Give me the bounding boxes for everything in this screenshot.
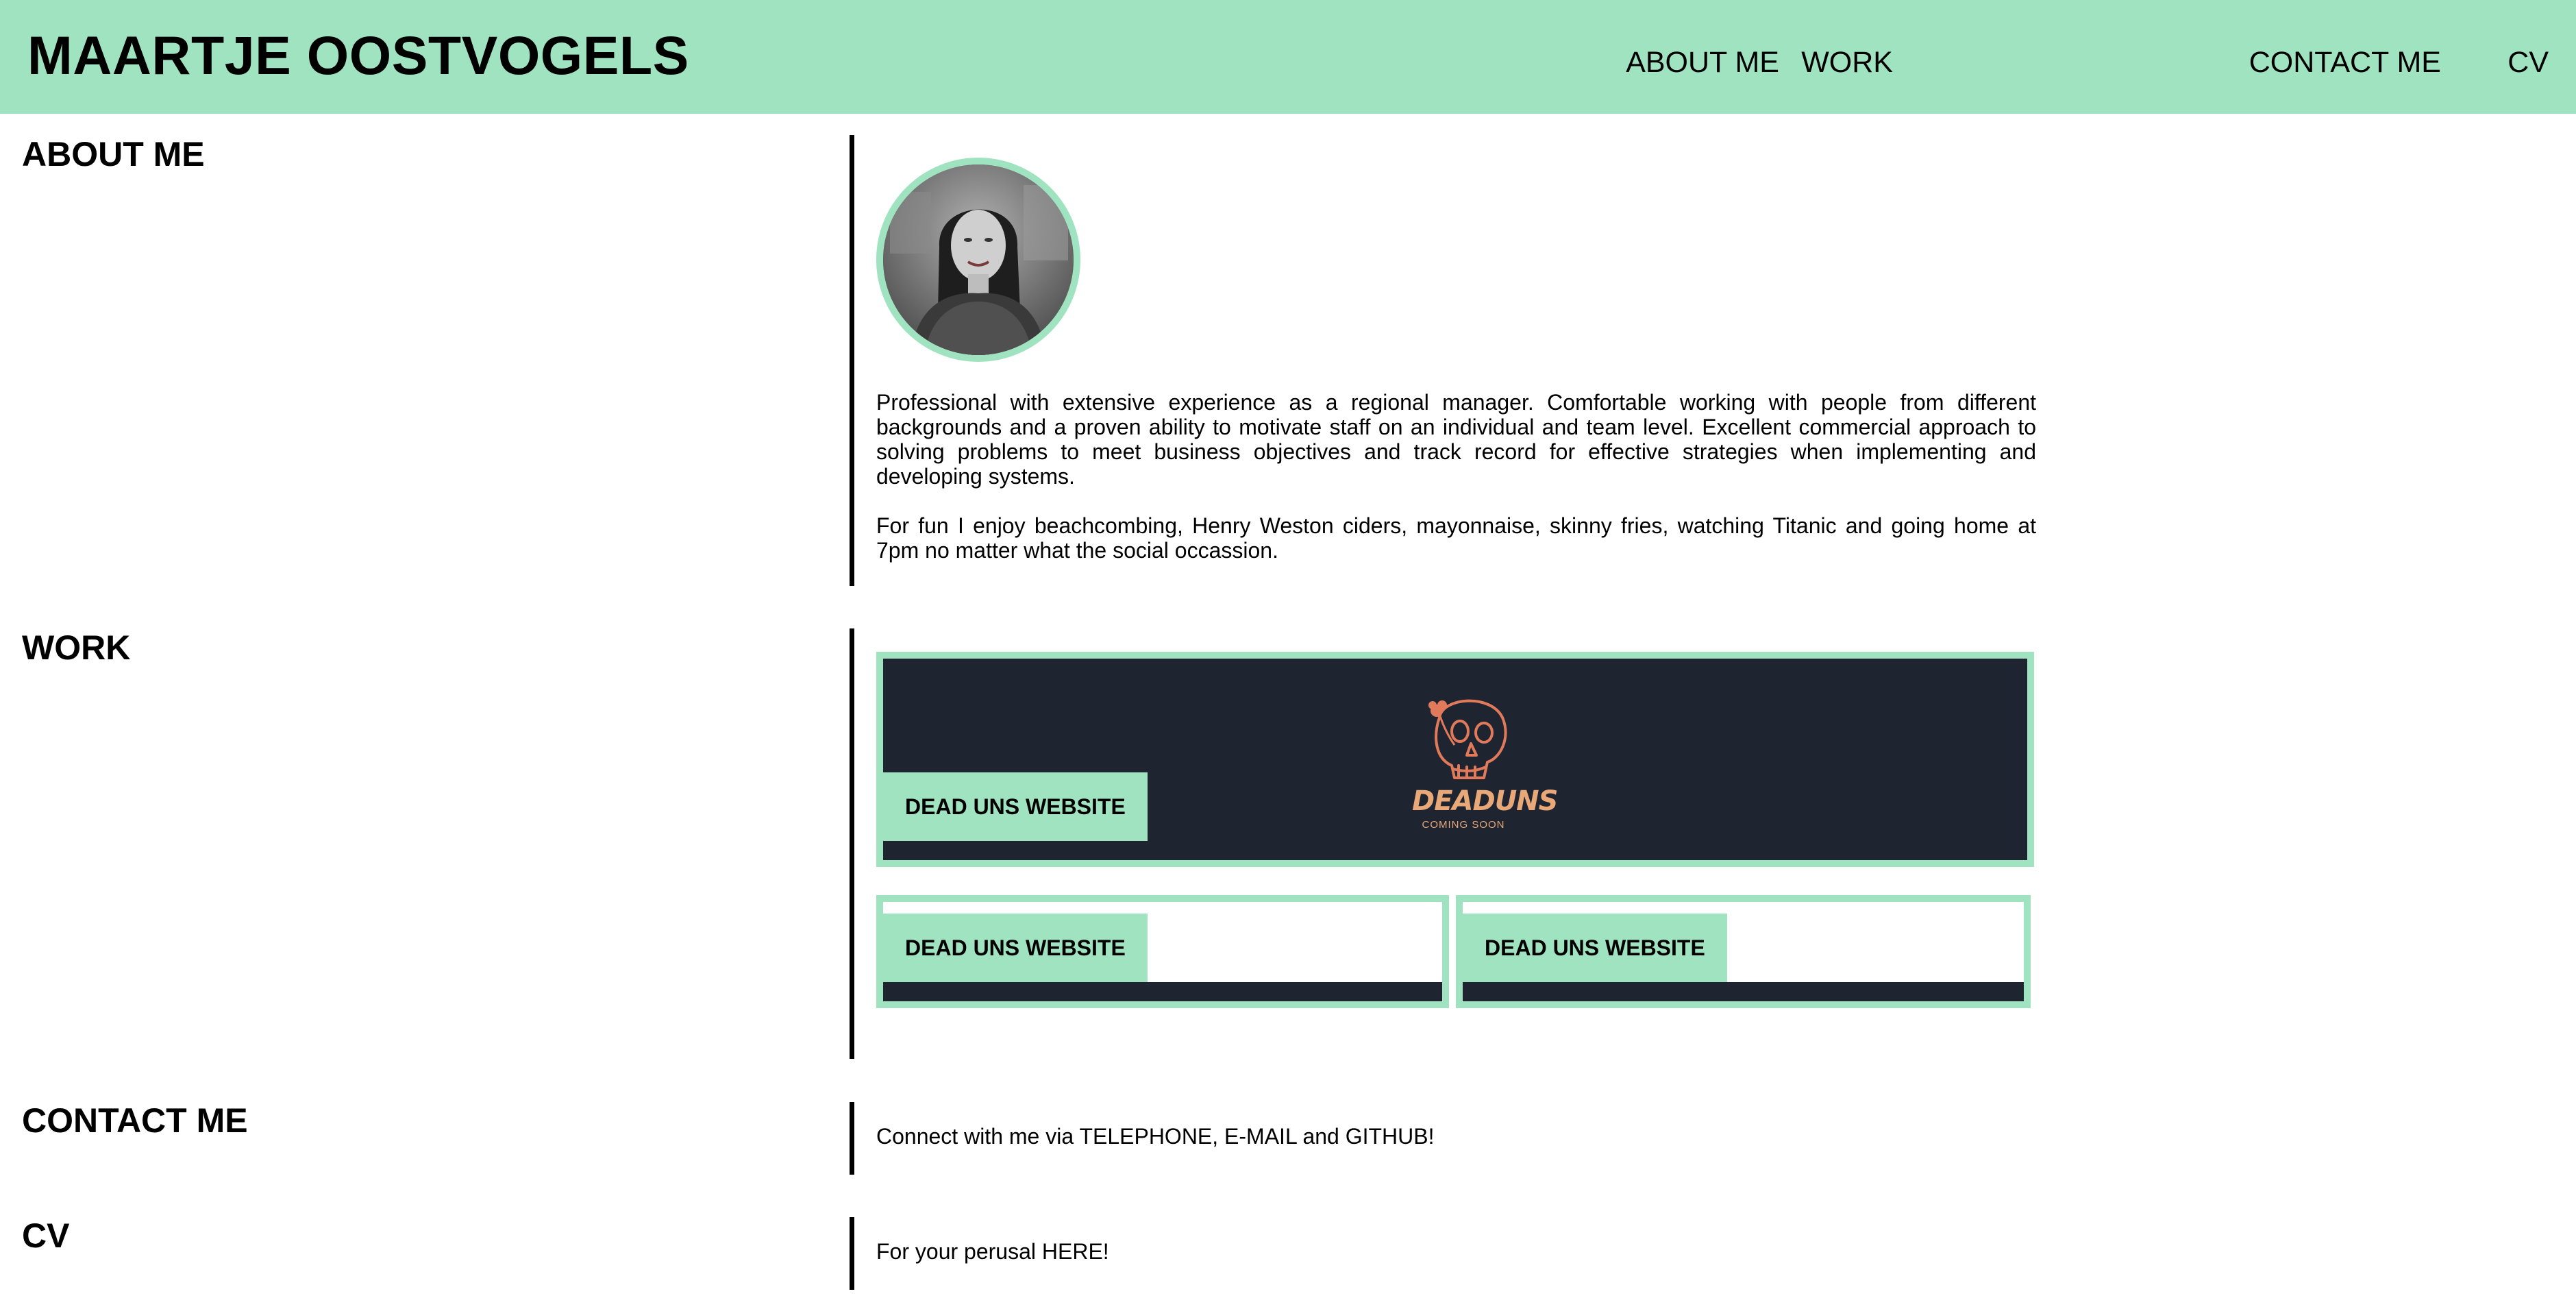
about-divider: [850, 135, 854, 586]
deaduns-logo: DEADUNS COMING SOON: [1412, 690, 1558, 834]
nav-contact-me[interactable]: CONTACT ME: [2249, 45, 2441, 79]
contact-divider: [850, 1102, 854, 1175]
cv-divider: [850, 1217, 854, 1290]
site-header: MAARTJE OOSTVOGELS ABOUT ME WORK CONTACT…: [0, 0, 2576, 114]
cv-link[interactable]: HERE: [1042, 1239, 1103, 1264]
portrait-image: [883, 164, 1074, 355]
cv-text: For your perusal HERE!: [876, 1238, 1109, 1265]
cv-suffix: !: [1102, 1239, 1109, 1264]
project-card[interactable]: DEAD UNS WEBSITE: [1456, 895, 2031, 1008]
email-link[interactable]: E-MAIL: [1224, 1124, 1297, 1149]
nav-work[interactable]: WORK: [1801, 45, 1893, 79]
work-divider: [850, 628, 854, 1059]
contact-heading: CONTACT ME: [22, 1101, 248, 1140]
about-heading: ABOUT ME: [22, 135, 205, 173]
project-thumbnail-strip: [883, 982, 1442, 1001]
contact-text: Connect with me via TELEPHONE, E-MAIL an…: [876, 1123, 1435, 1150]
skull-icon: [1428, 699, 1507, 779]
about-paragraph-2: For fun I enjoy beachcombing, Henry West…: [876, 513, 2036, 563]
nav-cv[interactable]: CV: [2507, 45, 2549, 79]
contact-prefix: Connect with me via: [876, 1124, 1080, 1149]
contact-separator: ,: [1212, 1124, 1225, 1149]
project-label-button[interactable]: DEAD UNS WEBSITE: [883, 914, 1148, 982]
telephone-link[interactable]: TELEPHONE: [1079, 1124, 1212, 1149]
contact-suffix: !: [1428, 1124, 1435, 1149]
contact-separator: and: [1296, 1124, 1346, 1149]
logo-subtext: COMING SOON: [1422, 819, 1505, 831]
about-paragraph-1: Professional with extensive experience a…: [876, 390, 2036, 489]
work-heading: WORK: [22, 628, 131, 667]
logo-wordmark: DEADUNS: [1412, 785, 1558, 817]
cv-prefix: For your perusal: [876, 1239, 1042, 1264]
cv-heading: CV: [22, 1216, 70, 1255]
project-thumbnail-strip: [1463, 982, 2024, 1001]
project-card[interactable]: DEAD UNS WEBSITE: [876, 895, 1449, 1008]
github-link[interactable]: GITHUB: [1346, 1124, 1428, 1149]
nav-about-me[interactable]: ABOUT ME: [1626, 45, 1779, 79]
project-label-button[interactable]: DEAD UNS WEBSITE: [883, 772, 1148, 841]
project-label-button[interactable]: DEAD UNS WEBSITE: [1463, 914, 1727, 982]
site-title: MAARTJE OOSTVOGELS: [27, 25, 689, 86]
project-card-featured[interactable]: DEADUNS COMING SOON DEAD UNS WEBSITE: [876, 652, 2034, 867]
profile-avatar: [876, 158, 1080, 362]
